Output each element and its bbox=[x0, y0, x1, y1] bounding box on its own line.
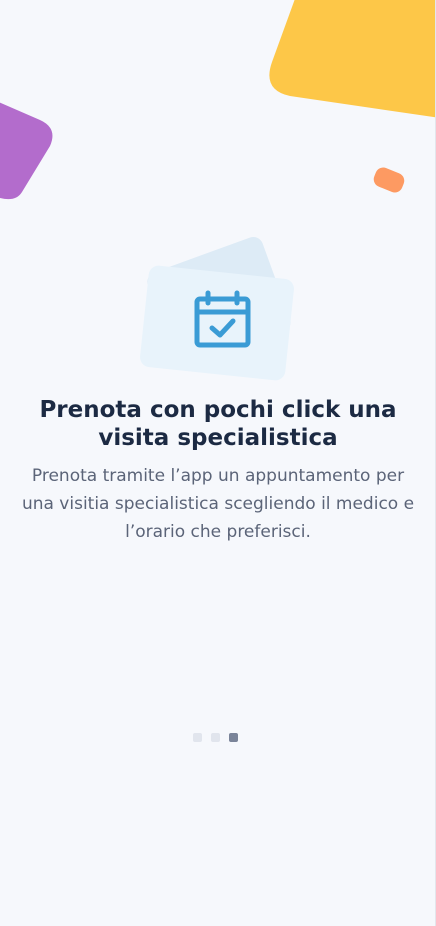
orange-shape bbox=[373, 167, 405, 193]
onboarding-description: Prenota tramite l’app un appuntamento pe… bbox=[21, 466, 415, 542]
page-dot-2[interactable] bbox=[211, 733, 220, 742]
calendar-illustration bbox=[140, 236, 294, 381]
page-indicator bbox=[193, 733, 238, 742]
page-dot-1[interactable] bbox=[193, 733, 202, 742]
front-card bbox=[140, 265, 294, 381]
onboarding-title: Prenota con pochi click una visita speci… bbox=[39, 397, 397, 451]
onboarding-screen: Prenota con pochi click una visita speci… bbox=[0, 0, 436, 926]
purple-shape bbox=[0, 102, 53, 200]
page-dot-3-active[interactable] bbox=[229, 733, 238, 742]
yellow-shape bbox=[269, 0, 436, 118]
